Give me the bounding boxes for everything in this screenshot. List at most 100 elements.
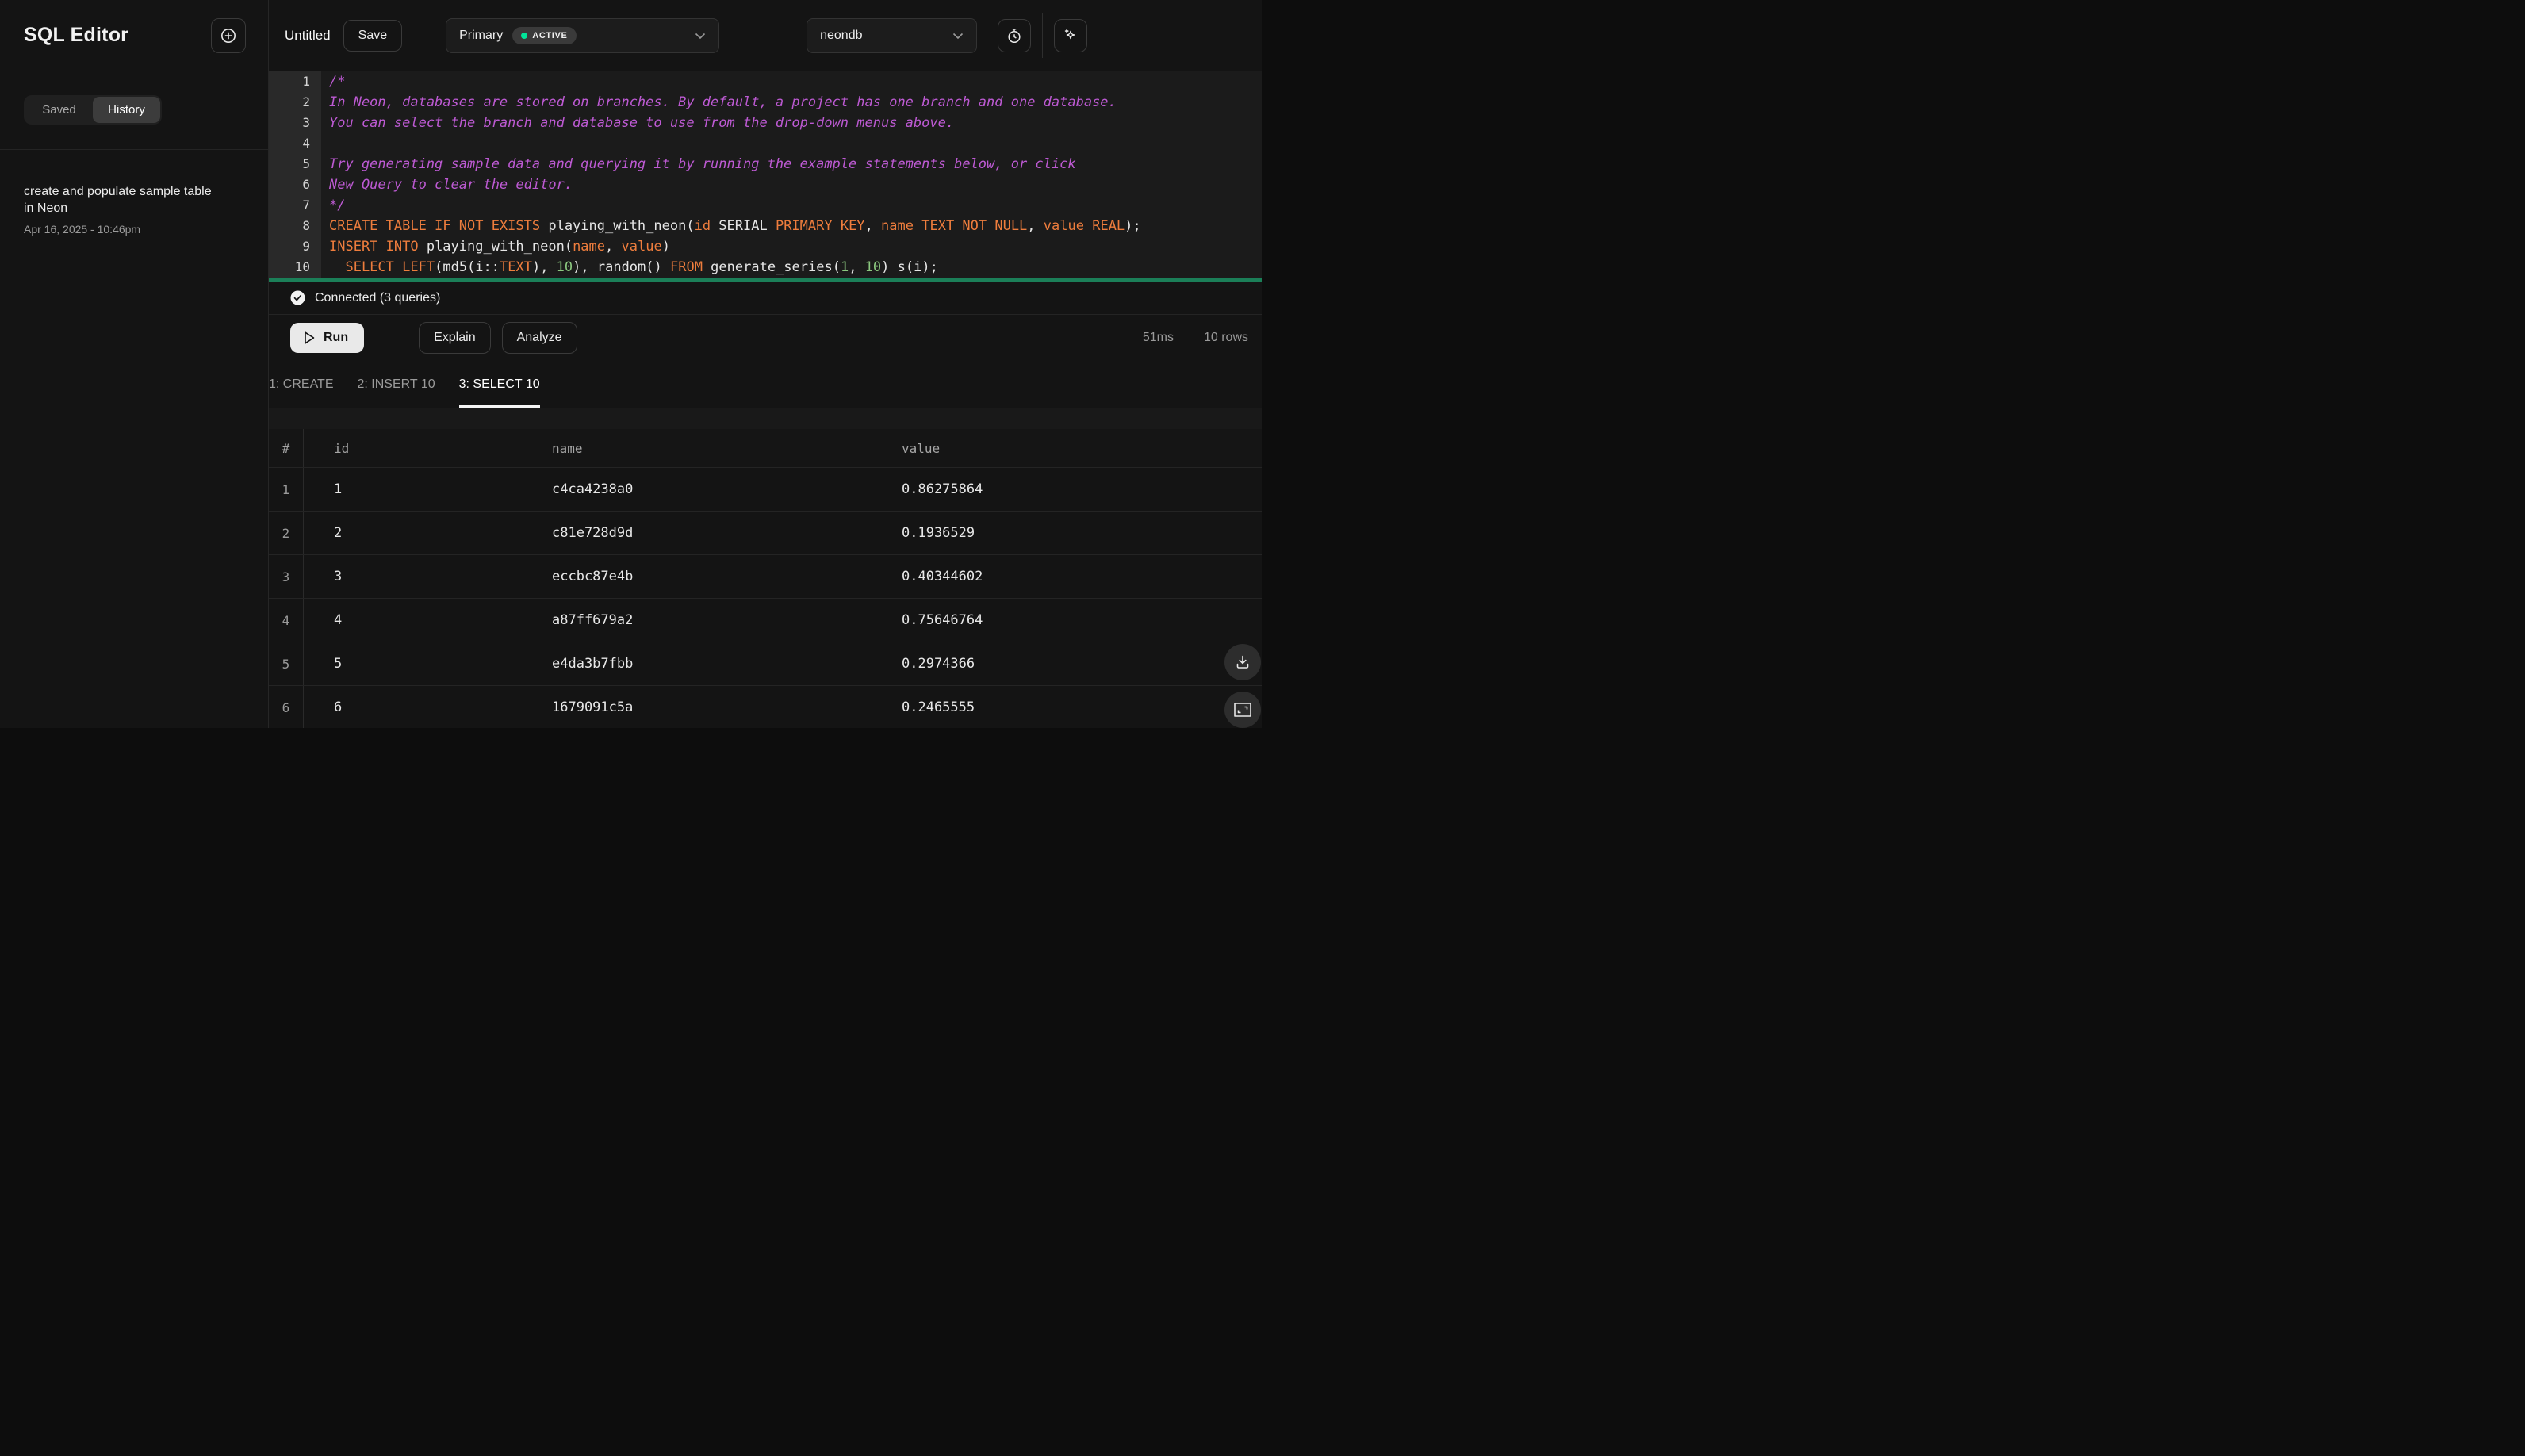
code-line: In Neon, databases are stored on branche…	[329, 94, 1117, 110]
table-cell: 5	[269, 642, 304, 685]
connection-status-text: Connected (3 queries)	[315, 290, 441, 305]
check-circle-icon	[290, 290, 305, 305]
table-cell: 0.86275864	[902, 481, 983, 497]
saved-history-toggle: Saved History	[24, 95, 162, 125]
tab-saved[interactable]: Saved	[25, 97, 93, 123]
chevron-down-icon	[695, 33, 706, 40]
table-cell: 1	[334, 481, 343, 497]
fullscreen-icon	[1233, 702, 1252, 718]
branch-status-badge: ACTIVE	[512, 27, 577, 44]
result-tab-3[interactable]: 3: SELECT 10	[458, 361, 540, 408]
line-number: 3	[302, 115, 310, 130]
table-row[interactable]: 1 1 c4ca4238a0 0.86275864	[269, 467, 1262, 511]
table-body: 1 1 c4ca4238a0 0.86275864 2 2 c81e728d9d 0.1936…	[269, 467, 1262, 728]
line-number: 5	[302, 156, 310, 171]
table-row[interactable]: 3 3 eccbc87e4b 0.40344602	[269, 554, 1262, 598]
table-cell: 0.1936529	[902, 525, 975, 541]
table-cell: 3	[334, 569, 343, 584]
query-name: Untitled	[285, 28, 331, 43]
line-number: 9	[302, 239, 310, 254]
table-cell: 2	[269, 512, 304, 554]
line-number-gutter: 1 2 3 4 5 6 7 8 9 10	[269, 71, 321, 278]
code-editor[interactable]: 1 2 3 4 5 6 7 8 9 10 /* In Neon, databases are sto…	[269, 71, 1262, 278]
stopwatch-icon	[1006, 27, 1023, 44]
table-cell: 2	[334, 525, 343, 541]
table-cell: 4	[269, 599, 304, 642]
table-cell: 0.2465555	[902, 699, 975, 715]
chevron-down-icon	[952, 33, 964, 40]
query-duration: 51ms	[1142, 331, 1174, 344]
line-number: 10	[294, 259, 310, 274]
table-header-row: # id name value	[269, 429, 1262, 467]
code-line: */	[329, 197, 346, 213]
download-results-button[interactable]	[1224, 644, 1261, 680]
line-number: 4	[302, 136, 310, 151]
table-row[interactable]: 2 2 c81e728d9d 0.1936529	[269, 511, 1262, 554]
query-row-count: 10 rows	[1203, 331, 1248, 344]
save-button[interactable]: Save	[343, 20, 403, 52]
line-number: 8	[302, 218, 310, 233]
table-row[interactable]: 6 6 1679091c5a 0.2465555	[269, 685, 1262, 728]
code-line: You can select the branch and database t…	[329, 115, 955, 131]
column-header-value: value	[902, 440, 941, 456]
sparkle-icon	[1062, 27, 1079, 44]
query-toolbar: Run Explain Analyze 51ms 10 rows	[269, 315, 1262, 361]
table-cell: c4ca4238a0	[552, 481, 634, 497]
code-line: CREATE TABLE IF NOT EXISTS playing_with_…	[329, 218, 1141, 234]
line-number: 6	[302, 177, 310, 192]
explain-button[interactable]: Explain	[419, 322, 491, 354]
expand-results-button[interactable]	[1224, 692, 1261, 728]
table-cell: eccbc87e4b	[552, 569, 634, 584]
code-lines: /* In Neon, databases are stored on branc…	[321, 71, 1262, 278]
page-title: SQL Editor	[24, 24, 129, 46]
table-cell: 0.40344602	[902, 569, 983, 584]
table-cell: 6	[334, 699, 343, 715]
database-selector[interactable]: neondb	[807, 18, 978, 53]
branch-name: Primary	[459, 29, 504, 42]
branch-selector[interactable]: Primary ACTIVE	[446, 18, 720, 53]
column-header-id: id	[334, 440, 350, 456]
result-tab-2[interactable]: 2: INSERT 10	[358, 361, 435, 408]
code-line: INSERT INTO playing_with_neon(name, valu…	[329, 239, 670, 255]
history-list-item[interactable]: create and populate sample table in Neon…	[0, 150, 268, 236]
result-tab-1[interactable]: 1: CREATE	[269, 361, 334, 408]
code-line: Try generating sample data and querying …	[329, 156, 1076, 172]
database-name: neondb	[820, 29, 863, 42]
results-table: # id name value 1 1 c4ca4238a0 0.86275864 2 2…	[269, 408, 1262, 728]
main-panel: Untitled Save Primary ACTIVE neondb 1 2 …	[269, 0, 1262, 728]
query-meta: 51ms 10 rows	[1143, 331, 1248, 345]
code-line: SELECT LEFT(md5(i::TEXT), 10), random() …	[345, 259, 938, 275]
ai-assist-button[interactable]	[1054, 19, 1088, 52]
connection-status-bar: Connected (3 queries)	[269, 282, 1262, 315]
line-number: 7	[302, 197, 310, 213]
table-cell: 1679091c5a	[552, 699, 634, 715]
download-icon	[1234, 653, 1251, 671]
table-cell: 1	[269, 468, 304, 511]
play-icon	[303, 331, 316, 345]
run-button[interactable]: Run	[290, 323, 365, 353]
table-cell: 0.75646764	[902, 612, 983, 628]
branch-status-text: ACTIVE	[532, 31, 568, 40]
table-spacer	[269, 408, 1262, 429]
query-history-button[interactable]	[998, 19, 1032, 52]
code-line: /*	[329, 74, 346, 90]
plus-circle-icon	[220, 27, 237, 44]
line-number: 2	[302, 94, 310, 109]
sidebar: SQL Editor Saved History create and popu…	[0, 0, 269, 728]
table-row[interactable]: 4 4 a87ff679a2 0.75646764	[269, 598, 1262, 642]
table-cell: a87ff679a2	[552, 612, 634, 628]
history-item-timestamp: Apr 16, 2025 - 10:46pm	[24, 223, 141, 236]
topbar-divider-2	[1042, 13, 1044, 58]
new-query-button[interactable]	[211, 17, 246, 53]
line-number: 1	[302, 74, 310, 89]
tab-history[interactable]: History	[93, 97, 160, 123]
table-cell: 5	[334, 656, 343, 672]
table-cell: 4	[334, 612, 343, 628]
table-cell: e4da3b7fbb	[552, 656, 634, 672]
table-row[interactable]: 5 5 e4da3b7fbb 0.2974366	[269, 642, 1262, 685]
table-cell: c81e728d9d	[552, 525, 634, 541]
analyze-button[interactable]: Analyze	[501, 322, 577, 354]
status-dot-icon	[521, 33, 528, 39]
editor-topbar: Untitled Save Primary ACTIVE neondb	[269, 0, 1262, 71]
